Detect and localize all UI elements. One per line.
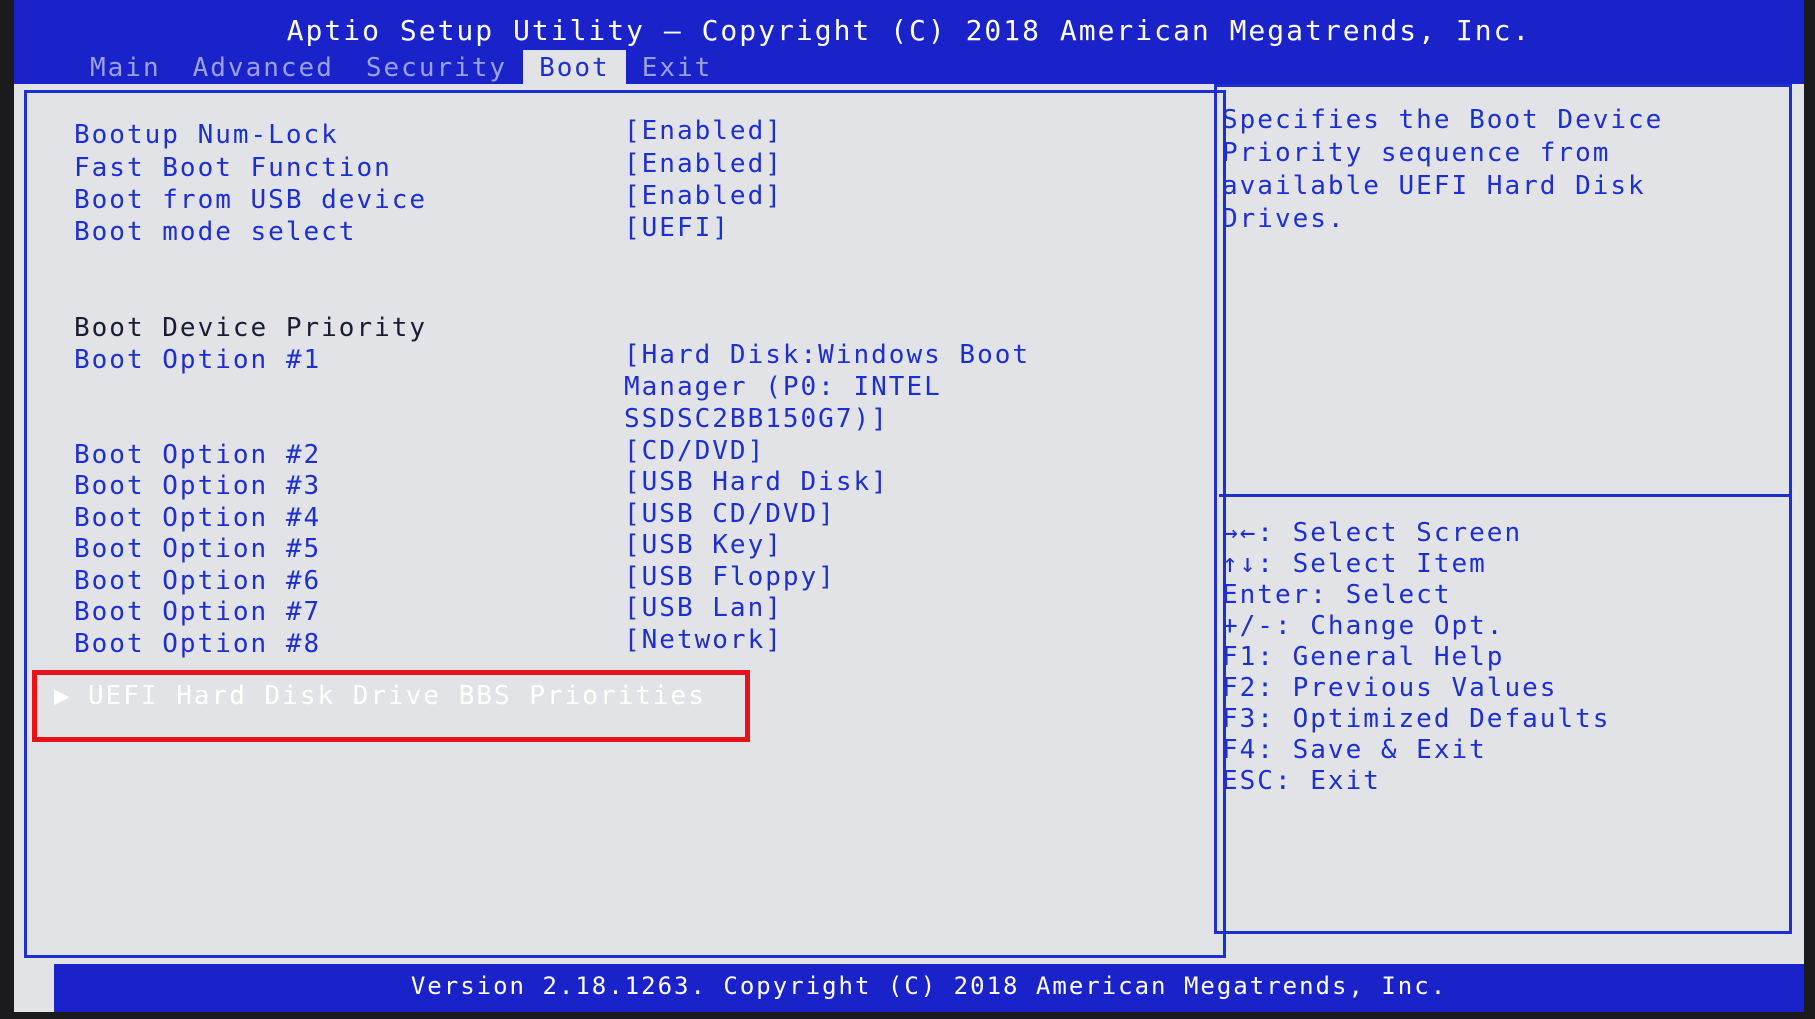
- setting-value-boot-mode[interactable]: [UEFI]: [624, 213, 730, 243]
- key-select-screen: →←: Select Screen: [1222, 518, 1523, 548]
- boot-option-7-label[interactable]: Boot Option #7: [74, 597, 321, 627]
- setting-value-bootup-num-lock[interactable]: [Enabled]: [624, 116, 783, 146]
- tab-security[interactable]: Security: [350, 50, 523, 84]
- tab-advanced[interactable]: Advanced: [177, 50, 350, 84]
- boot-option-2-value[interactable]: [CD/DVD]: [624, 436, 765, 466]
- boot-option-3-label[interactable]: Boot Option #3: [74, 471, 321, 501]
- boot-option-1-label[interactable]: Boot Option #1: [74, 345, 321, 375]
- key-legend: →←: Select Screen ↑↓: Select Item Enter:…: [1222, 518, 1610, 797]
- help-divider: [1219, 494, 1789, 497]
- bios-screen: Aptio Setup Utility – Copyright (C) 2018…: [14, 0, 1804, 1012]
- boot-option-8-value[interactable]: [Network]: [624, 625, 783, 655]
- setting-label-bootup-num-lock[interactable]: Bootup Num-Lock: [74, 120, 339, 150]
- boot-option-6-label[interactable]: Boot Option #6: [74, 566, 321, 596]
- boot-option-1-value-line2[interactable]: Manager (P0: INTEL: [624, 372, 942, 402]
- utility-title: Aptio Setup Utility – Copyright (C) 2018…: [286, 14, 1532, 47]
- boot-option-6-value[interactable]: [USB Floppy]: [624, 562, 836, 592]
- help-description: Specifies the Boot Device Priority seque…: [1222, 105, 1664, 234]
- boot-option-5-label[interactable]: Boot Option #5: [74, 534, 321, 564]
- setting-label-fast-boot[interactable]: Fast Boot Function: [74, 153, 392, 183]
- boot-option-5-value[interactable]: [USB Key]: [624, 530, 783, 560]
- setting-value-fast-boot[interactable]: [Enabled]: [624, 149, 783, 179]
- version-text: Version 2.18.1263. Copyright (C) 2018 Am…: [410, 972, 1448, 1000]
- footer-bar: Version 2.18.1263. Copyright (C) 2018 Am…: [54, 964, 1804, 1012]
- tab-bar: Main Advanced Security Boot Exit: [74, 50, 728, 84]
- key-enter-select: Enter: Select: [1222, 580, 1452, 610]
- boot-priority-heading: Boot Device Priority: [74, 313, 428, 343]
- setting-label-boot-from-usb[interactable]: Boot from USB device: [74, 185, 427, 215]
- boot-option-8-label[interactable]: Boot Option #8: [74, 629, 321, 659]
- key-select-item: ↑↓: Select Item: [1222, 549, 1487, 579]
- tab-boot[interactable]: Boot: [523, 50, 626, 84]
- boot-option-3-value[interactable]: [USB Hard Disk]: [624, 467, 889, 497]
- setting-value-boot-from-usb[interactable]: [Enabled]: [624, 181, 783, 211]
- boot-option-1-value-line3[interactable]: SSDSC2BB150G7)]: [624, 404, 889, 434]
- key-esc-exit: ESC: Exit: [1222, 766, 1381, 796]
- tab-exit[interactable]: Exit: [626, 50, 729, 84]
- key-optimized-defaults: F3: Optimized Defaults: [1222, 704, 1611, 734]
- key-change-opt: +/-: Change Opt.: [1222, 611, 1505, 641]
- key-previous-values: F2: Previous Values: [1222, 673, 1558, 703]
- boot-option-4-label[interactable]: Boot Option #4: [74, 503, 321, 533]
- boot-option-7-value[interactable]: [USB Lan]: [624, 593, 783, 623]
- key-save-exit: F4: Save & Exit: [1222, 735, 1487, 765]
- key-general-help: F1: General Help: [1222, 642, 1505, 672]
- boot-option-4-value[interactable]: [USB CD/DVD]: [624, 499, 836, 529]
- header-bar: Aptio Setup Utility – Copyright (C) 2018…: [14, 0, 1804, 84]
- boot-option-2-label[interactable]: Boot Option #2: [74, 440, 321, 470]
- setting-label-boot-mode[interactable]: Boot mode select: [74, 217, 356, 247]
- tab-main[interactable]: Main: [74, 50, 177, 84]
- highlight-annotation-box: [32, 670, 750, 742]
- boot-option-1-value-line1[interactable]: [Hard Disk:Windows Boot: [624, 340, 1030, 370]
